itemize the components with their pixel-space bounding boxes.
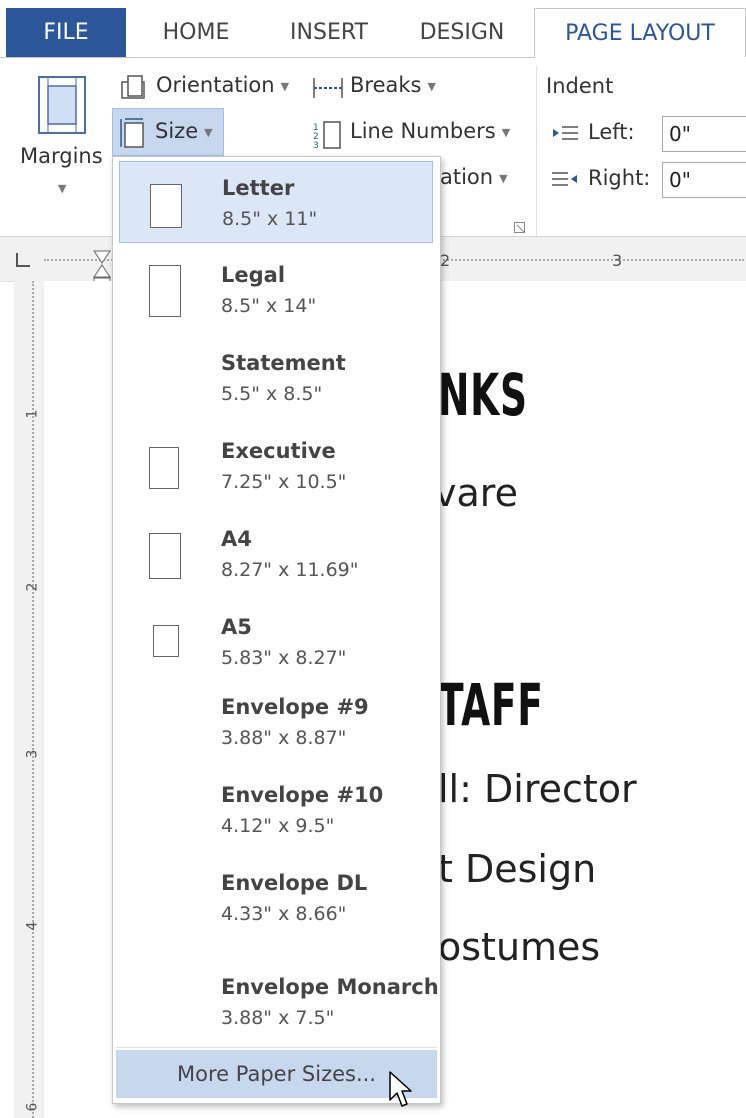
- size-option-legal[interactable]: Legal 8.5" x 14": [119, 249, 433, 331]
- orientation-label: Orientation ▼: [156, 73, 290, 97]
- size-option-letter[interactable]: Letter 8.5" x 11": [119, 161, 433, 243]
- size-option-dims: 8.5" x 14": [221, 295, 317, 317]
- orientation-button[interactable]: Orientation ▼: [118, 72, 298, 106]
- line-numbers-label: Line Numbers ▼: [350, 119, 511, 143]
- tab-insert[interactable]: INSERT: [276, 8, 382, 58]
- size-option-a4[interactable]: A4 8.27" x 11.69": [119, 513, 433, 595]
- tab-page-layout[interactable]: PAGE LAYOUT: [534, 8, 746, 58]
- letter-page-icon: [150, 184, 182, 228]
- size-option-name: Letter: [222, 176, 295, 200]
- indent-right-icon: [552, 172, 577, 186]
- vruler-mark-6: 6: [24, 1102, 41, 1112]
- size-option-name: Envelope #10: [221, 783, 384, 807]
- margins-label: Margins: [20, 144, 103, 168]
- breaks-button[interactable]: Breaks ▼: [312, 72, 442, 106]
- size-option-dims: 4.33" x 8.66": [221, 903, 347, 925]
- size-option-name: Legal: [221, 263, 286, 287]
- ruler-mark-3: 3: [612, 251, 623, 270]
- hyphenation-button[interactable]: ation ▼: [440, 164, 520, 198]
- legal-page-icon: [149, 265, 181, 317]
- tab-selector-icon[interactable]: [16, 253, 30, 267]
- hyphenation-label: ation ▼: [440, 165, 508, 189]
- page-setup-launcher-icon[interactable]: [514, 222, 526, 234]
- size-icon: [120, 118, 144, 148]
- vruler-mark-4: 4: [24, 921, 41, 931]
- size-option-name: A5: [221, 615, 252, 639]
- size-option-name: Envelope DL: [221, 871, 368, 895]
- size-option-dims: 8.5" x 11": [222, 208, 318, 230]
- size-option-dims: 4.12" x 9.5": [221, 815, 335, 837]
- mouse-pointer-icon: [389, 1071, 412, 1107]
- size-option-executive[interactable]: Executive 7.25" x 10.5": [119, 425, 433, 507]
- size-option-dims: 3.88" x 7.5": [221, 1007, 335, 1029]
- margins-caret-icon: ▼: [58, 182, 67, 195]
- size-option-dims: 3.88" x 8.87": [221, 727, 347, 749]
- size-button[interactable]: Size ▼: [112, 108, 224, 156]
- size-option-name: Statement: [221, 351, 346, 375]
- size-option-name: A4: [221, 527, 252, 551]
- a5-page-icon: [153, 625, 179, 657]
- ribbon-tabs: FILE HOME INSERT DESIGN PAGE LAYOUT: [0, 0, 746, 58]
- vruler-ticks: [32, 281, 35, 1118]
- vruler-mark-1: 1: [24, 409, 41, 419]
- doc-heading-2: TAFF: [438, 671, 544, 739]
- indent-left-label: Left:: [588, 120, 635, 144]
- breaks-label: Breaks ▼: [350, 73, 436, 97]
- size-option-statement[interactable]: Statement 5.5" x 8.5": [119, 337, 433, 419]
- indent-right-field[interactable]: 0": [662, 162, 746, 198]
- ribbon-separator: [536, 66, 537, 236]
- size-option-dims: 8.27" x 11.69": [221, 559, 359, 581]
- size-option-envelope-9[interactable]: Envelope #9 3.88" x 8.87": [119, 681, 433, 763]
- size-option-dims: 5.83" x 8.27": [221, 647, 347, 669]
- size-label: Size ▼: [155, 119, 213, 143]
- doc-line-2: vare: [434, 471, 518, 515]
- tab-design[interactable]: DESIGN: [410, 8, 514, 58]
- size-option-envelope-dl[interactable]: Envelope DL 4.33" x 8.66": [119, 857, 433, 939]
- breaks-icon: [313, 78, 343, 98]
- ruler-mark-2: 2: [440, 251, 451, 270]
- size-option-name: Envelope #9: [221, 695, 369, 719]
- orientation-icon: [121, 75, 145, 99]
- a4-page-icon: [149, 533, 181, 579]
- line-numbers-button[interactable]: 1 2 3 Line Numbers ▼: [312, 118, 522, 152]
- size-option-name: Executive: [221, 439, 336, 463]
- doc-line-4: ll: Director: [438, 767, 637, 811]
- tab-file[interactable]: FILE: [6, 8, 126, 58]
- executive-page-icon: [149, 447, 179, 489]
- size-option-dims: 7.25" x 10.5": [221, 471, 347, 493]
- indent-left-field[interactable]: 0": [662, 116, 746, 152]
- indent-right-label: Right:: [588, 166, 651, 190]
- size-dropdown-menu: Letter 8.5" x 11" Legal 8.5" x 14" State…: [112, 156, 441, 1104]
- size-option-dims: 5.5" x 8.5": [221, 383, 323, 405]
- svg-text:3: 3: [313, 141, 319, 150]
- vruler-mark-2: 2: [24, 582, 41, 592]
- doc-heading-1: NKS: [438, 361, 528, 429]
- size-option-a5[interactable]: A5 5.83" x 8.27": [119, 601, 433, 683]
- vruler-mark-3: 3: [24, 749, 41, 759]
- doc-line-6: ostumes: [438, 925, 601, 969]
- tab-home[interactable]: HOME: [148, 8, 244, 58]
- vertical-ruler: 1 2 3 4 6: [14, 281, 44, 1118]
- size-option-envelope-10[interactable]: Envelope #10 4.12" x 9.5": [119, 769, 433, 851]
- indent-title: Indent: [546, 74, 614, 98]
- menu-divider: [116, 1047, 437, 1048]
- indent-left-icon: [553, 126, 578, 140]
- size-option-name: Envelope Monarch: [221, 975, 439, 999]
- size-option-envelope-monarch[interactable]: Envelope Monarch 3.88" x 7.5": [119, 961, 439, 1043]
- margins-button[interactable]: Margins ▼: [14, 70, 110, 200]
- margins-icon: [38, 76, 86, 134]
- line-numbers-icon: 1 2 3: [313, 121, 341, 150]
- doc-line-5: t Design: [438, 847, 597, 891]
